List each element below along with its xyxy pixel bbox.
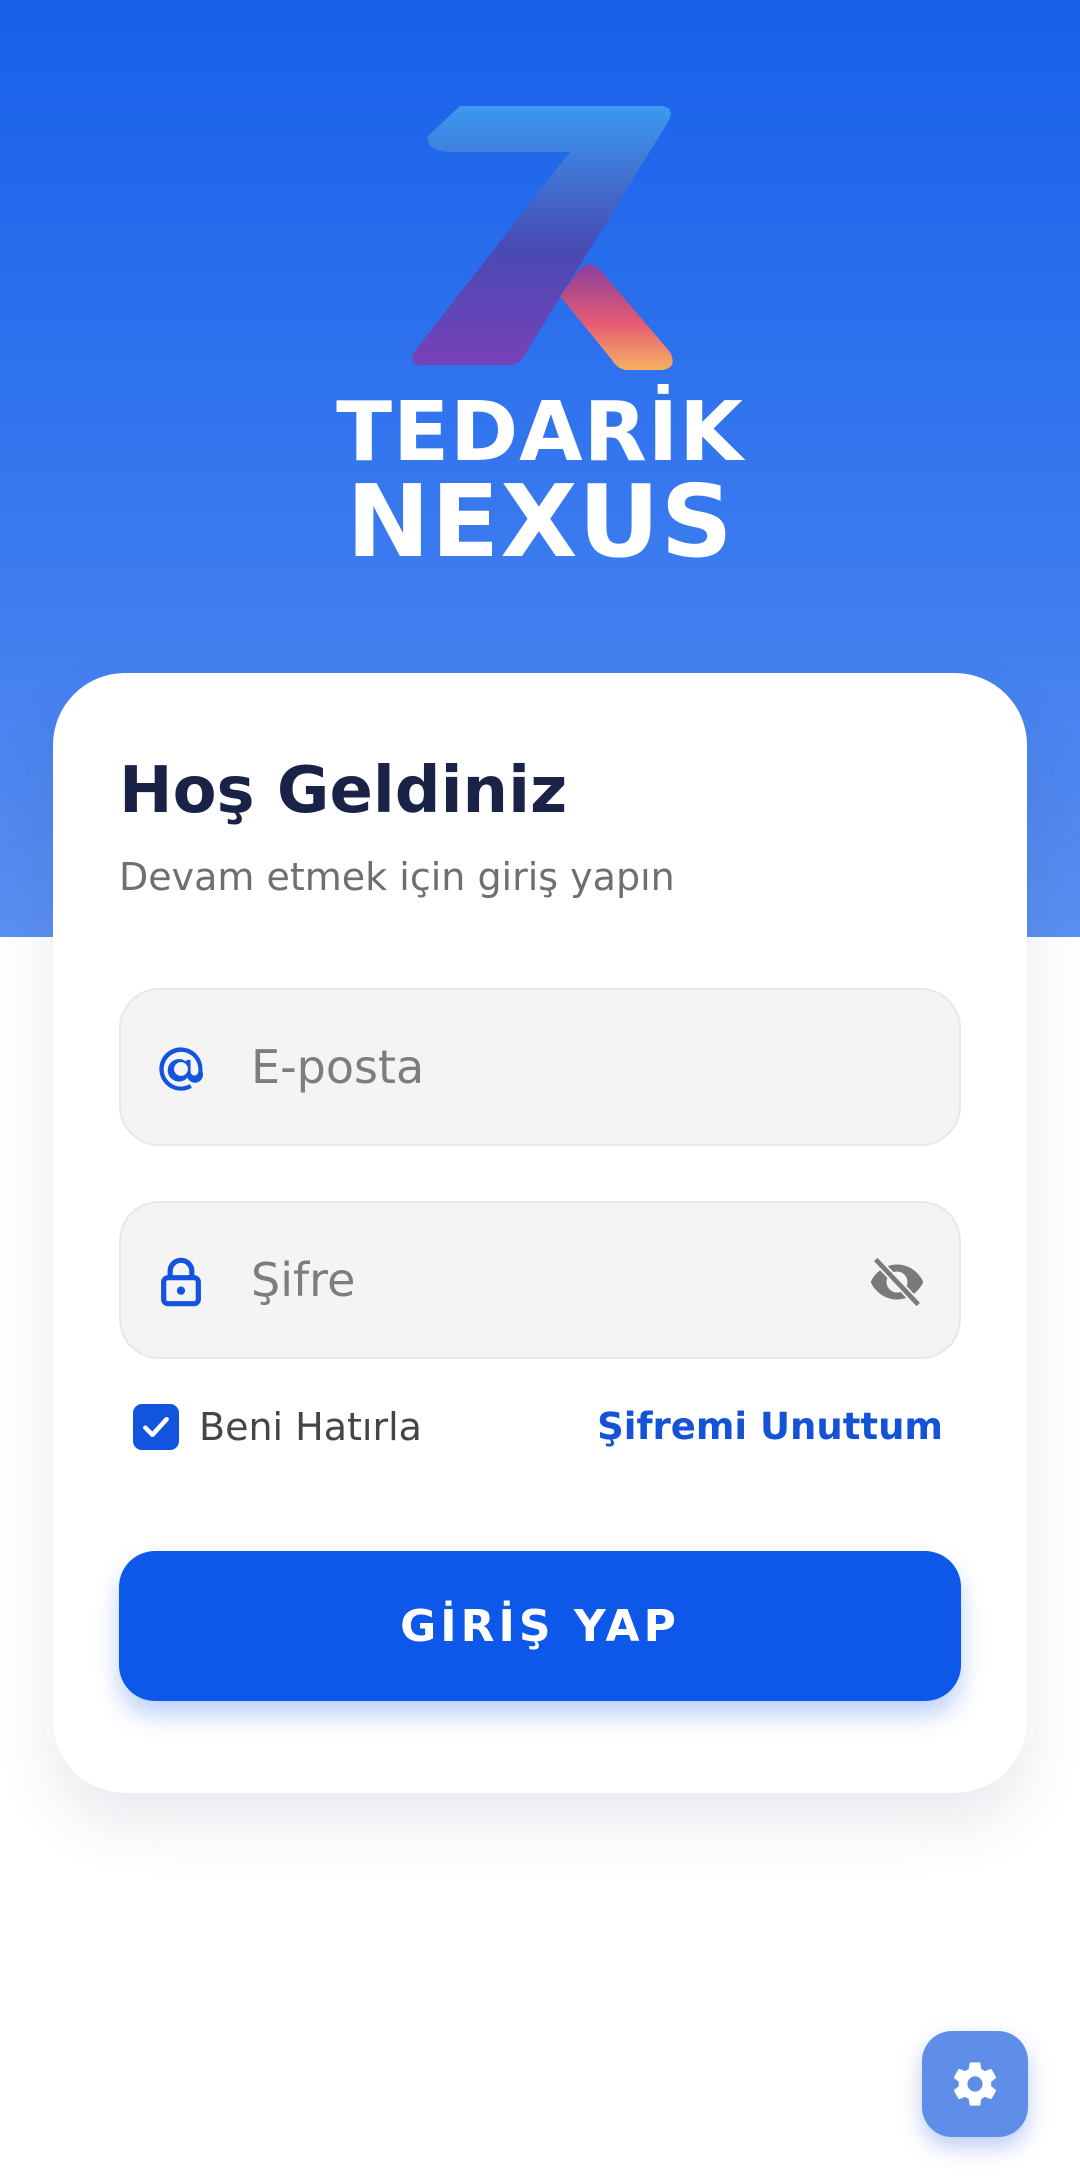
lock-icon [161, 1257, 201, 1307]
password-field [119, 1201, 961, 1359]
page-subtitle: Devam etmek için giriş yapın [119, 855, 675, 899]
login-button[interactable]: GİRİŞ YAP [119, 1551, 961, 1701]
at-icon [159, 1047, 204, 1091]
brand-name-line2: NEXUS [346, 463, 734, 580]
gear-icon [953, 2062, 997, 2106]
forgot-password-link[interactable]: Şifremi Unuttum [597, 1404, 943, 1450]
login-card: Hoş Geldiniz Devam etmek için giriş yapı… [53, 673, 1027, 1793]
email-field [119, 988, 961, 1146]
brand-name-line1: TEDARİK [336, 385, 744, 480]
settings-button[interactable] [922, 2031, 1028, 2137]
remember-row: Beni Hatırla Şifremi Unuttum [133, 1396, 961, 1456]
eye-off-icon[interactable] [867, 1252, 927, 1312]
brand-logo-icon [412, 106, 673, 370]
password-input[interactable] [251, 1203, 811, 1357]
email-input[interactable] [251, 990, 811, 1144]
remember-checkbox[interactable] [133, 1404, 179, 1450]
check-icon [143, 1416, 169, 1438]
remember-label[interactable]: Beni Hatırla [199, 1404, 422, 1450]
page-title: Hoş Geldiniz [119, 754, 568, 828]
